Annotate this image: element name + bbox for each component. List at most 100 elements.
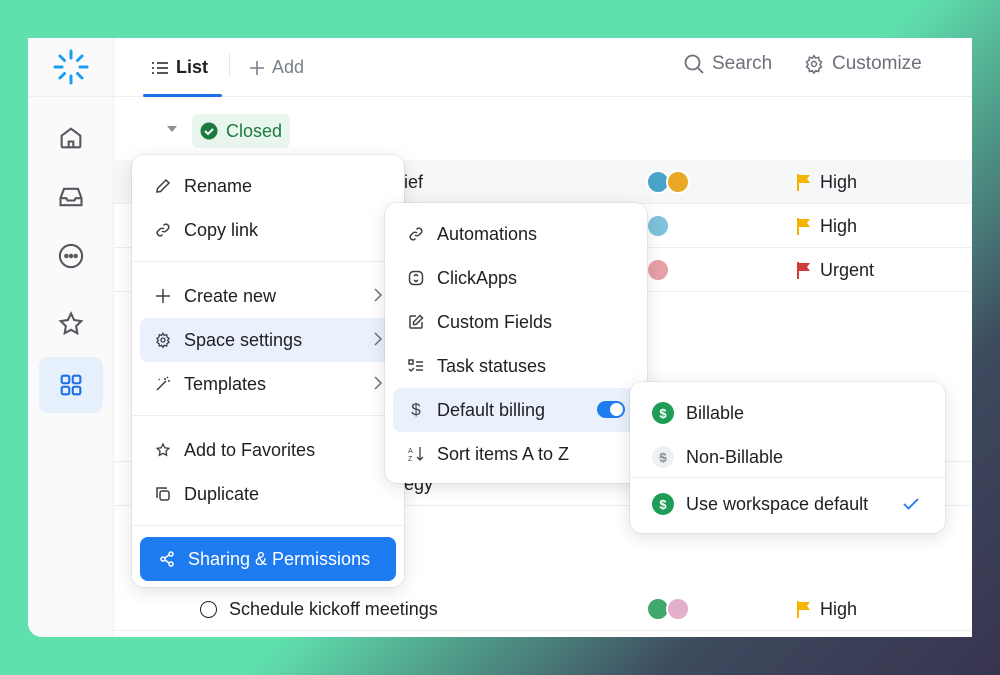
tab-label: Add: [272, 57, 305, 77]
task-name: ief: [404, 171, 424, 192]
divider: [132, 261, 404, 262]
menu-item-automations[interactable]: Automations: [393, 212, 639, 256]
chevron-right-icon: [374, 288, 382, 302]
menu-label: Add to Favorites: [184, 439, 316, 460]
button-label: Sharing & Permissions: [188, 548, 371, 569]
checklist-icon: [407, 357, 425, 375]
menu-item-rename[interactable]: Rename: [140, 164, 396, 208]
priority[interactable]: Urgent: [796, 248, 874, 292]
menu-label: Task statuses: [437, 355, 547, 376]
divider: [132, 525, 404, 526]
flag-icon: [797, 262, 810, 279]
menu-label: Billable: [686, 402, 745, 423]
avatar: [646, 258, 670, 282]
no-dollar-icon: $: [652, 446, 674, 468]
check-circle-icon: [200, 122, 218, 140]
sidebar-item-inbox[interactable]: [39, 169, 103, 225]
edit-icon: [407, 313, 425, 331]
priority-label: High: [820, 598, 858, 619]
dollar-icon: $: [652, 493, 674, 515]
plus-icon: [250, 60, 264, 75]
menu-label: Duplicate: [184, 483, 260, 504]
home-icon: [60, 127, 82, 149]
assignees: [646, 160, 690, 204]
assignees: [646, 204, 670, 248]
billing-submenu: $ Billable $ Non-Billable $ Use workspace d…: [630, 382, 945, 533]
search-label: Search: [712, 53, 773, 74]
top-bar: List Add Search Customize: [114, 38, 972, 97]
sidebar-item-favorites[interactable]: [39, 296, 103, 352]
default-billing-toggle[interactable]: [597, 401, 625, 418]
menu-item-duplicate[interactable]: Duplicate: [140, 472, 396, 516]
task-name[interactable]: Schedule kickoff meetings: [229, 587, 438, 631]
menu-label: Templates: [184, 373, 267, 394]
sidebar: [28, 38, 114, 637]
priority[interactable]: High: [796, 204, 857, 248]
star-icon: [58, 311, 84, 336]
flag-icon: [797, 601, 810, 618]
context-menu: Rename Copy link Create new Space settin…: [132, 155, 404, 587]
grid-icon: [60, 374, 82, 396]
share-icon: [158, 550, 176, 568]
menu-item-templates[interactable]: Templates: [140, 362, 396, 406]
menu-item-billable[interactable]: $ Billable: [638, 391, 937, 435]
divider: [132, 415, 404, 416]
plus-icon: [154, 287, 172, 305]
gear-icon: [805, 54, 823, 74]
menu-label: Copy link: [184, 219, 259, 240]
sidebar-item-home[interactable]: [39, 110, 103, 166]
tab-add[interactable]: Add: [250, 38, 304, 97]
avatar: [666, 170, 690, 194]
task-status-circle-icon[interactable]: [200, 587, 217, 631]
space-settings-submenu: Automations ClickApps Custom Fields Task…: [385, 203, 647, 483]
collapse-caret-icon[interactable]: [167, 126, 177, 132]
menu-label: ClickApps: [437, 267, 518, 288]
customize-button[interactable]: Customize: [804, 38, 922, 90]
more-icon: [58, 243, 84, 269]
menu-item-create-new[interactable]: Create new: [140, 274, 396, 318]
search-button[interactable]: Search: [684, 38, 772, 90]
tab-label: List: [176, 57, 209, 77]
menu-item-use-workspace-default[interactable]: $ Use workspace default: [638, 482, 937, 526]
sidebar-item-spaces[interactable]: [39, 357, 103, 413]
dollar-icon: $: [652, 402, 674, 424]
status-label: Closed: [226, 120, 283, 141]
search-icon: [684, 54, 704, 74]
menu-label: Custom Fields: [437, 311, 553, 332]
inbox-icon: [59, 187, 83, 207]
gear-icon: [154, 331, 172, 349]
list-icon: [152, 61, 168, 74]
sidebar-item-more[interactable]: [39, 228, 103, 284]
dollar-icon: $: [411, 400, 421, 419]
menu-item-copy-link[interactable]: Copy link: [140, 208, 396, 252]
divider: [229, 54, 230, 76]
menu-label: Space settings: [184, 329, 303, 350]
avatar: [666, 597, 690, 621]
divider: [630, 477, 945, 478]
avatar: [646, 214, 670, 238]
menu-item-custom-fields[interactable]: Custom Fields: [393, 300, 639, 344]
tab-list[interactable]: List: [142, 38, 223, 97]
menu-item-sort-a-z[interactable]: A Z Sort items A to Z: [393, 432, 639, 476]
menu-item-add-to-favorites[interactable]: Add to Favorites: [140, 428, 396, 472]
chevron-right-icon: [374, 332, 382, 346]
menu-label: Rename: [184, 175, 253, 196]
logo-icon: [53, 49, 89, 85]
duplicate-icon: [154, 485, 172, 503]
menu-item-default-billing[interactable]: $ Default billing: [393, 388, 639, 432]
menu-item-non-billable[interactable]: $ Non-Billable: [638, 435, 937, 479]
svg-text:Z: Z: [408, 456, 413, 462]
assignees: [646, 587, 690, 631]
menu-item-task-statuses[interactable]: Task statuses: [393, 344, 639, 388]
menu-label: Automations: [437, 223, 538, 244]
menu-label: Use workspace default: [686, 493, 869, 514]
menu-item-space-settings[interactable]: Space settings: [140, 318, 396, 362]
priority[interactable]: High: [796, 587, 857, 631]
status-group-closed[interactable]: Closed: [192, 114, 291, 148]
menu-label: Sort items A to Z: [437, 443, 570, 464]
menu-item-clickapps[interactable]: ClickApps: [393, 256, 639, 300]
customize-label: Customize: [832, 53, 922, 74]
table-row[interactable]: Schedule kickoff meetings High: [114, 587, 972, 631]
sharing-permissions-button[interactable]: Sharing & Permissions: [140, 537, 396, 581]
priority[interactable]: High: [796, 160, 857, 204]
